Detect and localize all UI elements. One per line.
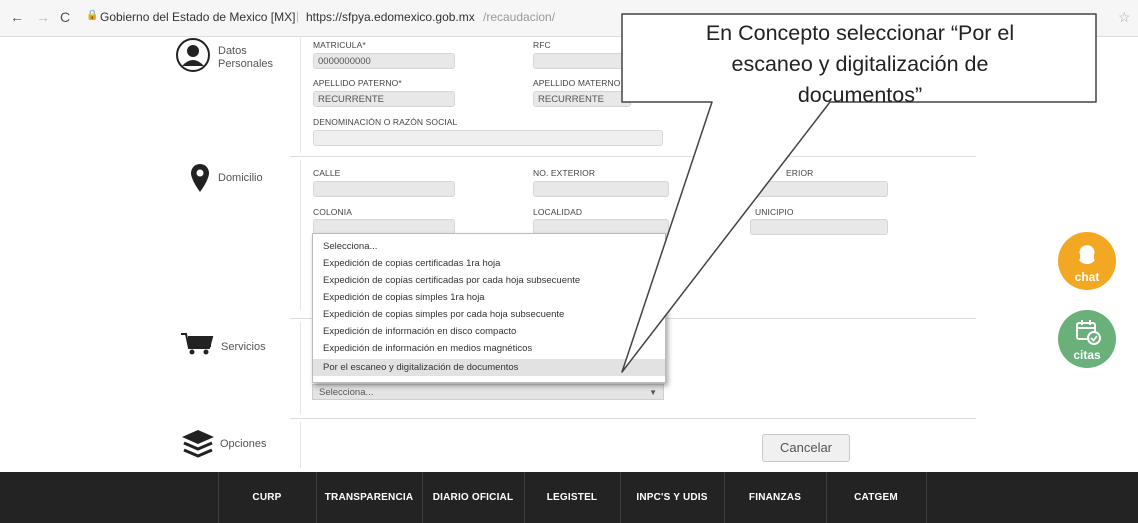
- headset-icon: [1076, 242, 1098, 264]
- callout-text: En Concepto seleccionar “Por el escaneo …: [630, 18, 1090, 111]
- footer-link-transparencia[interactable]: TRANSPARENCIA: [316, 472, 422, 523]
- footer-link-finanzas[interactable]: FINANZAS: [724, 472, 826, 523]
- calendar-check-icon: [1076, 320, 1101, 345]
- footer-link-diario-oficial[interactable]: DIARIO OFICIAL: [422, 472, 524, 523]
- chat-button[interactable]: chat: [1058, 232, 1116, 290]
- callout-line: En Concepto seleccionar “Por el: [705, 21, 1015, 45]
- footer-link-curp[interactable]: CURP: [218, 472, 316, 523]
- footer-link-inpcs-udis[interactable]: INPC'S Y UDIS: [620, 472, 724, 523]
- callout-line: documentos”: [797, 83, 923, 107]
- footer-link-legistel[interactable]: LEGISTEL: [524, 472, 620, 523]
- callout-line: escaneo y digitalización de: [731, 52, 989, 76]
- footer-nav: CURP TRANSPARENCIA DIARIO OFICIAL LEGIST…: [0, 472, 1138, 523]
- chat-label: chat: [1074, 270, 1100, 284]
- citas-button[interactable]: citas: [1058, 310, 1116, 368]
- footer-divider: [926, 472, 927, 523]
- footer-link-catgem[interactable]: CATGEM: [826, 472, 926, 523]
- citas-label: citas: [1073, 348, 1101, 362]
